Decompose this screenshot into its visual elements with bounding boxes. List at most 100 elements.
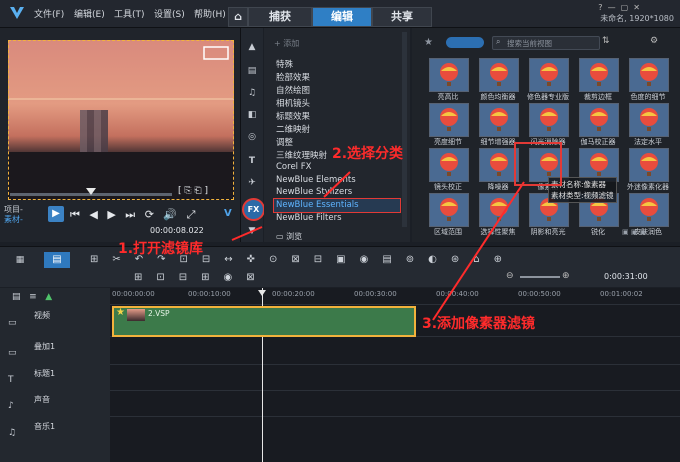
filter-thumbnail[interactable] (529, 103, 569, 137)
category-item[interactable]: NewBlue Elements (276, 175, 356, 185)
view-size-icons[interactable]: ▣ ▣ ▣ (622, 228, 672, 236)
category-item[interactable]: Corel FX (276, 162, 311, 172)
tab-edit[interactable]: 编辑 (312, 7, 372, 27)
timeline-tools-row2[interactable]: ⊞⊡⊟⊞◉⊠ (134, 272, 269, 283)
scrub-handle[interactable] (86, 188, 96, 195)
ruler-label: 00:00:20:00 (272, 290, 315, 298)
filter-thumbnail[interactable] (579, 58, 619, 92)
zoom-out-icon[interactable]: ⊖ (506, 271, 514, 281)
category-item[interactable]: 三维纹理映射 (276, 149, 327, 161)
settings-icon[interactable]: ⚙ (650, 36, 658, 46)
filter-thumbnail[interactable] (429, 148, 469, 182)
filter-thumbnail[interactable] (429, 193, 469, 227)
menu-settings[interactable]: 设置(S) (154, 7, 185, 20)
balloon-icon (630, 194, 668, 226)
filter-thumbnail[interactable] (479, 193, 519, 227)
filter-thumbnail-label: 亮高比 (437, 93, 459, 101)
library-tools: ▲ ▤ ♫ ◧ ◎ T ✈ FX ▼ (241, 28, 265, 242)
play-button[interactable]: ▶ (48, 206, 64, 222)
filter-thumbnail[interactable] (429, 58, 469, 92)
category-item[interactable]: 脸部效果 (276, 71, 310, 83)
filter-star-icon: ★ (116, 307, 125, 318)
filter-thumbnail[interactable] (479, 58, 519, 92)
zoom-slider[interactable] (520, 276, 560, 278)
filter-thumbnail-panel: ★ ⌕ 搜索当前视图 ⇅ ⚙ 亮高比 颜色均衡器 修色器专业版 裁剪边框 色度的细节 亮度… (412, 28, 680, 242)
arrow-down-icon[interactable]: ▼ (246, 226, 258, 236)
arrow-up-icon[interactable]: ▲ (246, 42, 258, 52)
category-item[interactable]: 标题效果 (276, 110, 310, 122)
category-scrollbar[interactable] (402, 32, 407, 227)
add-button[interactable]: + 添加 (274, 38, 299, 49)
clip-mode-label[interactable]: 素材- (4, 214, 23, 225)
tab-share[interactable]: 共享 (372, 7, 432, 27)
category-item[interactable]: 调整 (276, 136, 293, 148)
annotation-step2: 2.选择分类 (332, 146, 404, 162)
crop-frame[interactable] (8, 40, 234, 200)
browse-button[interactable]: ▭ 浏览 (276, 231, 302, 242)
track-name-video[interactable]: 视频 (34, 310, 50, 321)
filter-thumbnail-label: 色度的细节 (630, 93, 666, 101)
timecode[interactable]: 00:00:08.022 (150, 226, 204, 235)
title-icon[interactable]: T (246, 156, 258, 166)
ratio-label[interactable]: V (224, 208, 232, 219)
category-item-selected[interactable]: NewBlue Essentials (276, 200, 359, 210)
filter-thumbnail[interactable] (629, 58, 669, 92)
category-item[interactable]: 相机镜头 (276, 97, 310, 109)
tab-capture[interactable]: 捕获 (248, 7, 312, 27)
track-name-overlay[interactable]: 叠加1 (34, 341, 55, 352)
trim-markers[interactable]: [ ⎘ ⎗ ] (178, 186, 208, 196)
annotation-step1: 1.打开滤镜库 (118, 241, 204, 257)
track-manager-icon[interactable]: ▤ ≡ ▲ (12, 292, 52, 302)
timeline-view-button[interactable]: ▤ (44, 252, 70, 268)
search-icon: ⌕ (496, 37, 501, 46)
home-button[interactable]: ⌂ (228, 7, 248, 27)
menu-edit[interactable]: 编辑(E) (74, 7, 105, 20)
filter-thumbnail[interactable] (579, 103, 619, 137)
track-name-music[interactable]: 音乐1 (34, 421, 55, 432)
timeline-timecode[interactable]: 0:00:31:00 (604, 272, 648, 281)
menu-tools[interactable]: 工具(T) (114, 7, 145, 20)
menu-file[interactable]: 文件(F) (34, 7, 64, 20)
ruler-label: 00:01:00:02 (600, 290, 643, 298)
transport-controls[interactable]: ⏮ ◀ ▶ ⏭ ⟳ 🔊 ⤢ (70, 208, 198, 222)
balloon-icon (480, 59, 518, 91)
category-item[interactable]: NewBlue Filters (276, 213, 342, 223)
media-icon[interactable]: ▤ (246, 66, 258, 76)
filter-thumbnail[interactable] (479, 103, 519, 137)
zoom-in-icon[interactable]: ⊕ (562, 271, 570, 281)
ruler-label: 00:00:00:00 (112, 290, 155, 298)
view-toggle[interactable] (446, 37, 484, 48)
transition-icon[interactable]: ◧ (246, 110, 258, 120)
filter-thumbnail[interactable] (429, 103, 469, 137)
balloon-icon (480, 194, 518, 226)
sort-icon[interactable]: ⇅ (602, 36, 610, 46)
filter-thumbnail-label: 锐化 (591, 228, 605, 236)
fx-filter-button[interactable]: FX (242, 198, 265, 221)
track-name-title[interactable]: 标题1 (34, 368, 55, 379)
motion-icon[interactable]: ✈ (246, 178, 258, 188)
balloon-icon (480, 149, 518, 181)
filter-thumbnail[interactable] (479, 148, 519, 182)
filter-thumbnail[interactable] (529, 58, 569, 92)
category-item[interactable]: 特殊 (276, 58, 293, 70)
instant-project-icon[interactable]: ♫ (246, 88, 258, 98)
menu-help[interactable]: 帮助(H) (194, 7, 226, 20)
video-clip[interactable]: ★ 2.VSP (112, 306, 416, 337)
category-item[interactable]: 自然绘图 (276, 84, 310, 96)
playhead-marker[interactable] (258, 290, 266, 296)
filter-thumbnail[interactable] (629, 103, 669, 137)
category-item[interactable]: 二维映射 (276, 123, 310, 135)
track-name-voice[interactable]: 声音 (34, 394, 50, 405)
filter-thumbnail[interactable] (629, 193, 669, 227)
category-item[interactable]: NewBlue Stylizers (276, 187, 352, 197)
graphic-icon[interactable]: ◎ (246, 132, 258, 142)
search-input[interactable]: ⌕ 搜索当前视图 (492, 36, 600, 50)
storyboard-view-icon[interactable]: ▦ (14, 255, 26, 265)
star-icon[interactable]: ★ (424, 37, 433, 48)
selected-filter-highlight (514, 142, 562, 186)
filter-thumbnail-label: 外迷像素化器 (627, 183, 669, 191)
filter-thumbnail[interactable] (629, 148, 669, 182)
window-controls[interactable]: ? — ▢ ✕ (598, 3, 640, 12)
timeline-toolbar: ▦ ▤ ⊞✂↶↷⊡⊟↔✜⊙⊠⊟▣◉▤⊚◐⊛⌂⊕ ⊞⊡⊟⊞◉⊠ ⊖ ⊕ 0:00:… (0, 246, 680, 287)
balloon-icon (430, 149, 468, 181)
